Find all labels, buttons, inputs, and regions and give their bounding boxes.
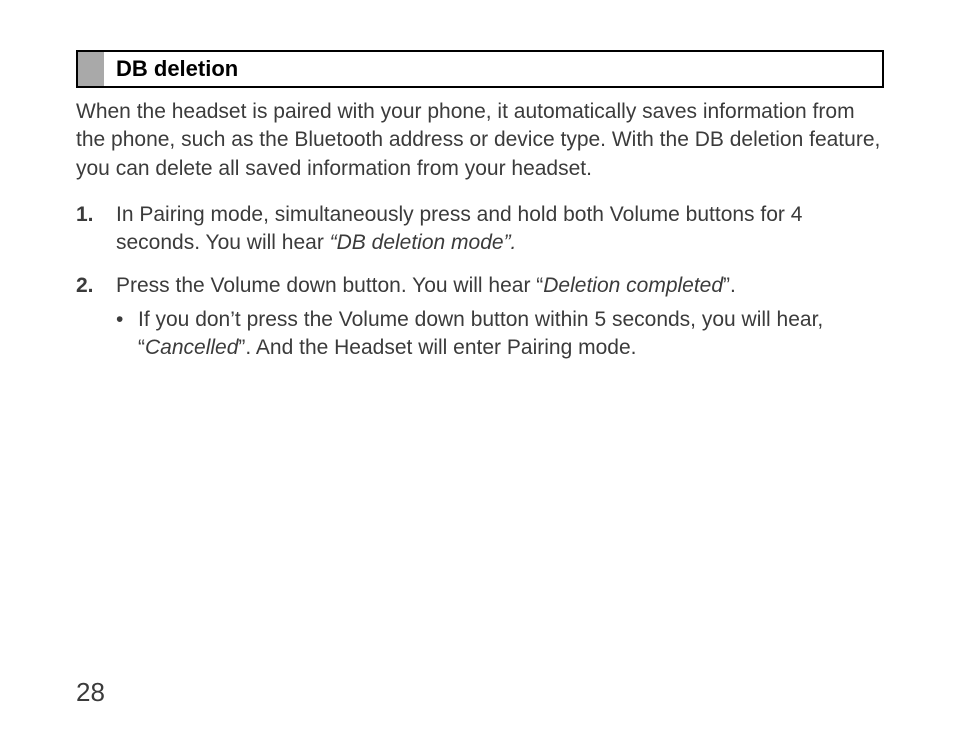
step-text: Press the Volume down button. You will h… [116,274,543,297]
section-header: DB deletion [76,50,884,88]
step-body: Press the Volume down button. You will h… [116,272,884,363]
manual-page: DB deletion When the headset is paired w… [0,0,954,742]
step-text-after: ”. [723,274,736,297]
step-2: 2. Press the Volume down button. You wil… [76,272,884,363]
sub-bullet: • If you don’t press the Volume down but… [116,306,884,363]
step-list: 1. In Pairing mode, simultaneously press… [76,201,884,363]
section-intro: When the headset is paired with your pho… [76,98,884,183]
sub-quote: Cancelled [145,336,238,359]
step-body: In Pairing mode, simultaneously press an… [116,201,884,258]
step-1: 1. In Pairing mode, simultaneously press… [76,201,884,258]
step-quote: “DB deletion mode”. [330,231,517,254]
section-title: DB deletion [104,52,238,86]
sub-text-after: ”. And the Headset will enter Pairing mo… [238,336,636,359]
step-quote: Deletion completed [543,274,723,297]
step-number: 1. [76,201,116,258]
sub-body: If you don’t press the Volume down butto… [138,306,884,363]
page-number: 28 [76,677,105,708]
step-number: 2. [76,272,116,363]
section-marker [78,52,104,86]
bullet-icon: • [116,306,138,363]
